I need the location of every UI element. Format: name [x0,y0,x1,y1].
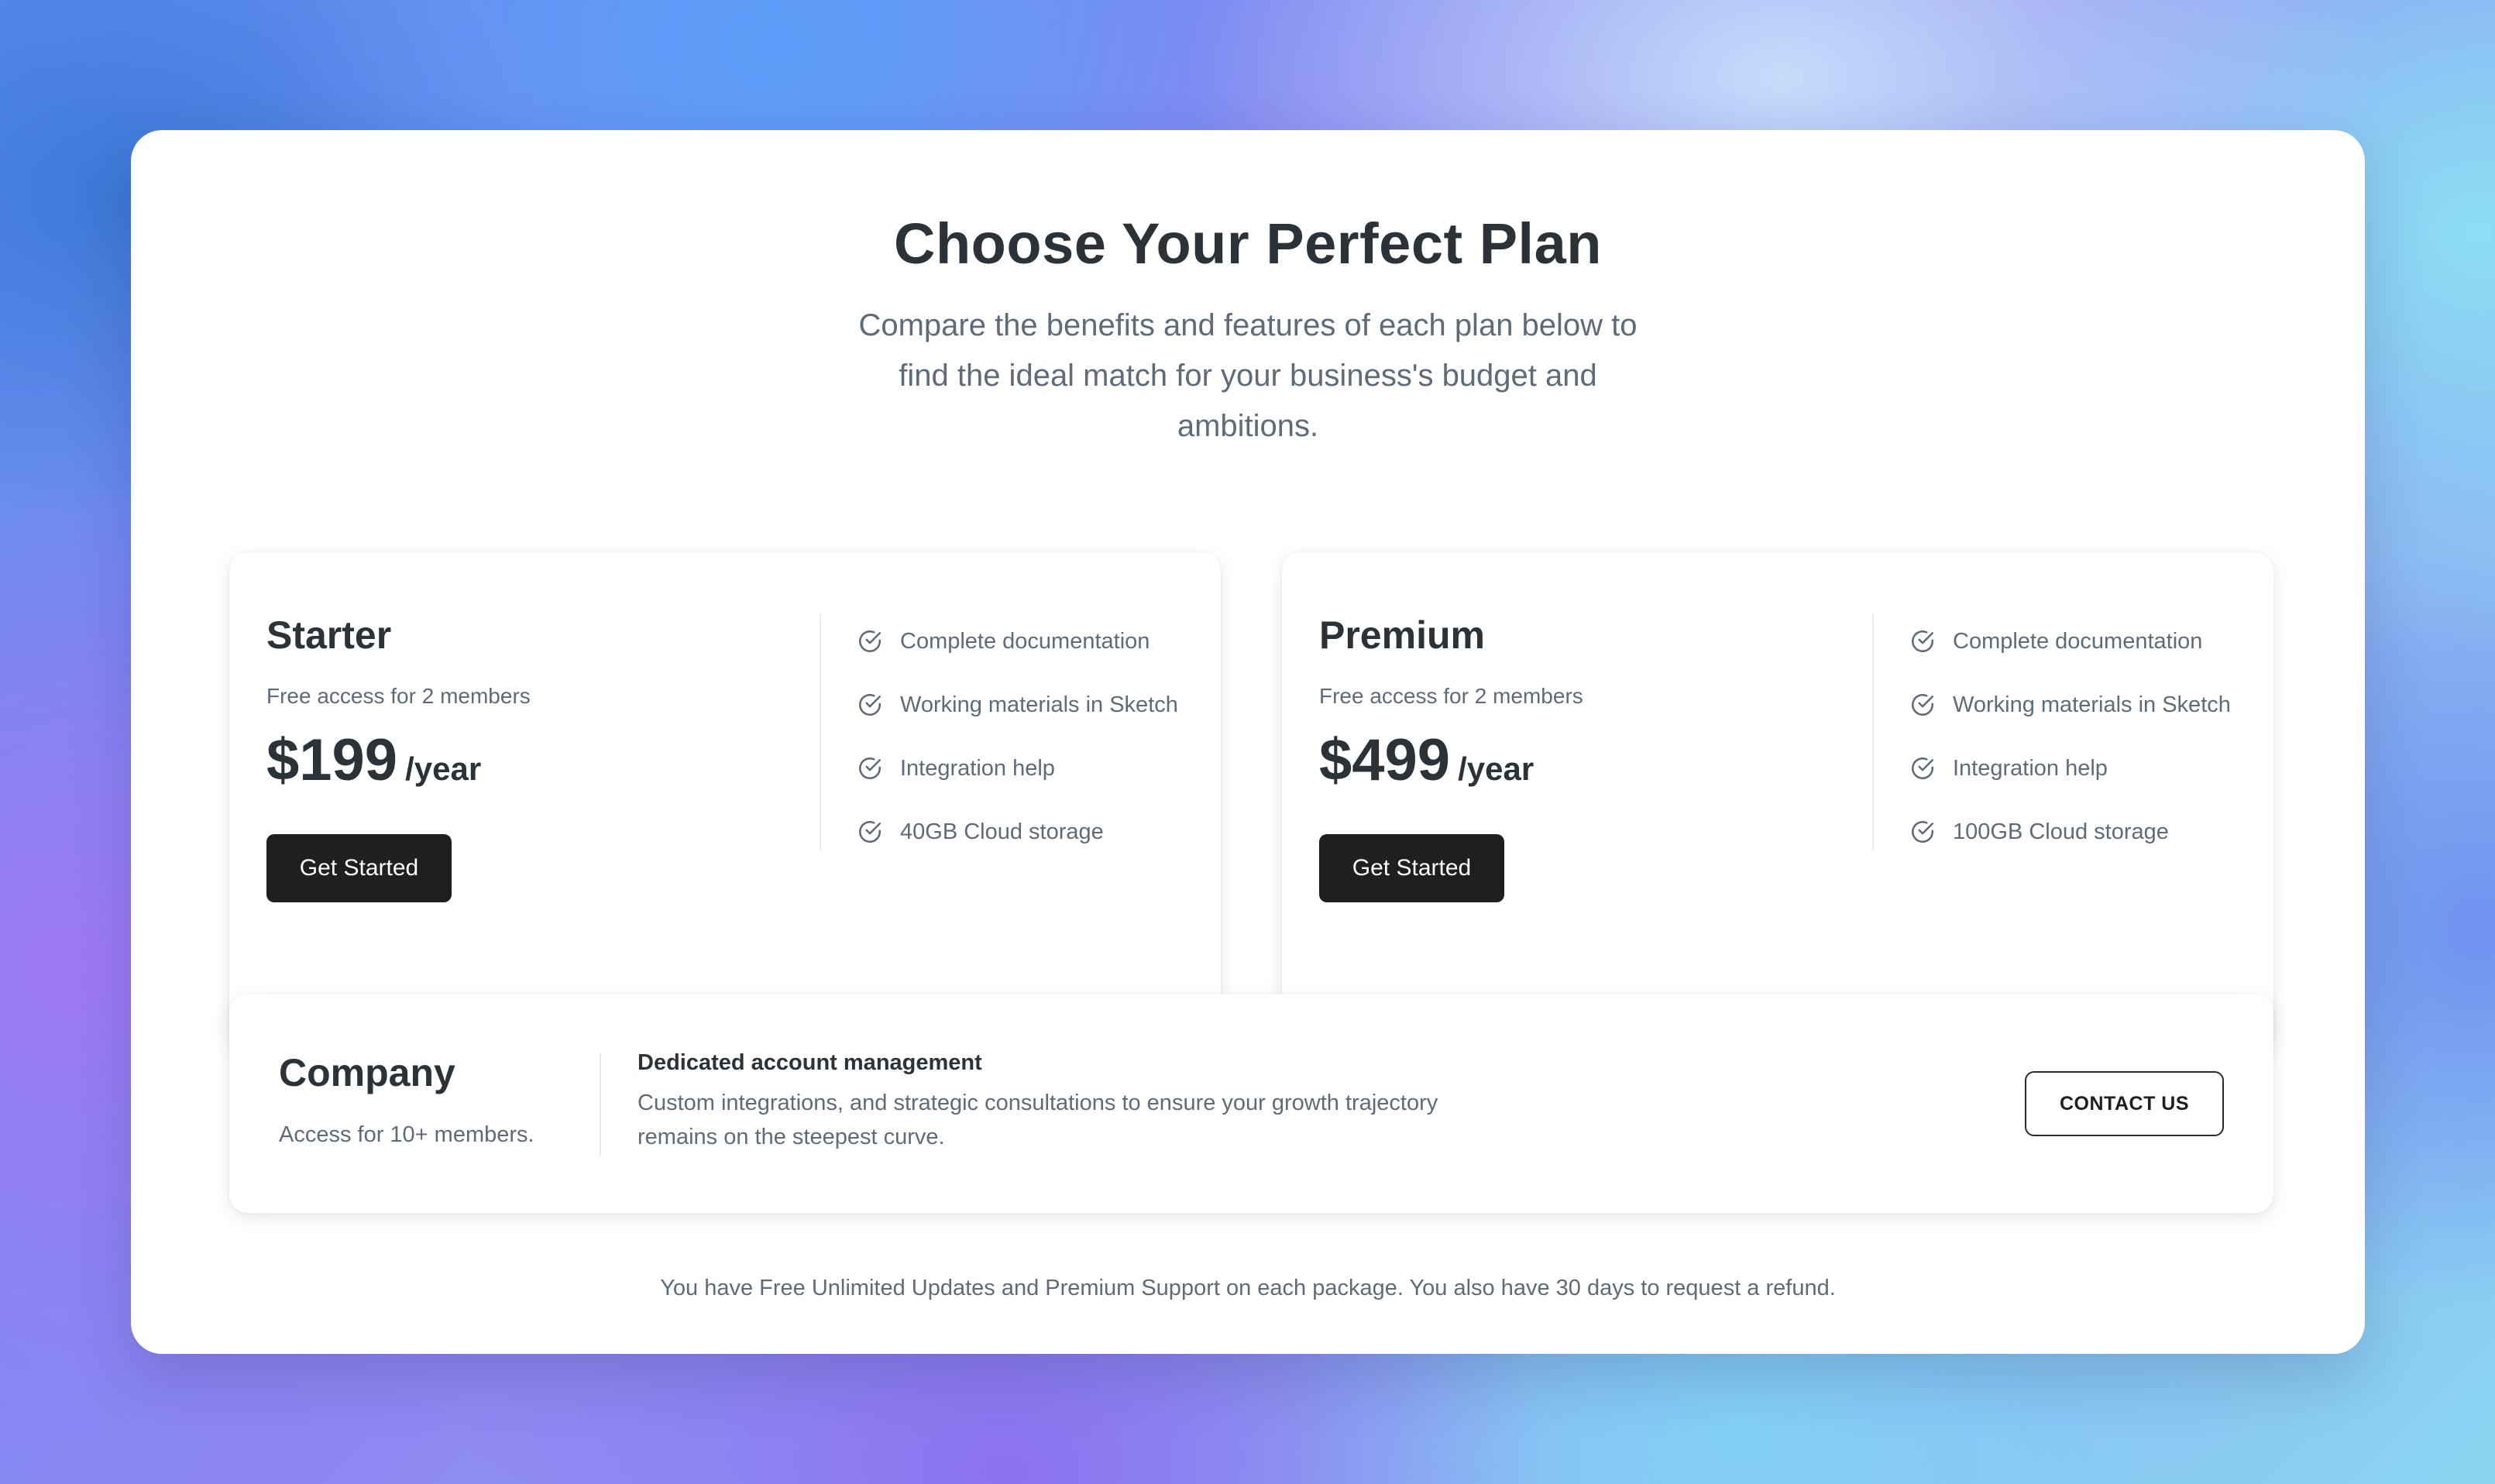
feature-item: Working materials in Sketch [1909,673,2231,737]
feature-list: Complete documentation Working materials… [1909,610,2231,864]
divider [1872,614,1874,850]
feature-label: 40GB Cloud storage [900,819,1104,844]
feature-list: Complete documentation Working materials… [857,610,1178,864]
feature-item: Working materials in Sketch [857,673,1178,737]
feature-label: 100GB Cloud storage [1953,819,2169,844]
pricing-panel: Choose Your Perfect Plan Compare the ben… [131,130,2365,1354]
plan-description: Free access for 2 members [266,684,531,708]
feature-label: Complete documentation [900,628,1150,654]
price-period: /year [1458,751,1534,787]
page-title: Choose Your Perfect Plan [894,211,1602,276]
plan-price: $199/year [266,727,481,794]
feature-item: Integration help [1909,737,2231,800]
plan-card-company: Company Access for 10+ members. Dedicate… [229,994,2273,1213]
plan-price: $499/year [1319,727,1534,794]
check-circle-icon [1911,820,1934,843]
contact-us-button[interactable]: CONTACT US [2025,1071,2224,1136]
feature-label: Integration help [900,755,1055,781]
feature-label: Complete documentation [1953,628,2203,654]
plan-name: Starter [266,613,392,657]
divider [600,1053,601,1156]
plan-card-premium: Premium Free access for 2 members $499/y… [1282,552,2273,1051]
plan-name: Company [279,1051,455,1094]
page-subtitle: Compare the benefits and features of eac… [858,308,1638,443]
company-feature-title: Dedicated account management [637,1050,982,1075]
feature-label: Working materials in Sketch [900,692,1178,717]
check-circle-icon [858,693,881,716]
feature-item: Integration help [857,737,1178,800]
check-circle-icon [1911,757,1934,780]
price-period: /year [405,751,482,787]
feature-item: 40GB Cloud storage [857,800,1178,864]
check-circle-icon [858,820,881,843]
feature-item: Complete documentation [1909,610,2231,673]
plan-card-starter: Starter Free access for 2 members $199/y… [229,552,1221,1051]
check-circle-icon [858,757,881,780]
plan-description: Free access for 2 members [1319,684,1583,708]
feature-item: Complete documentation [857,610,1178,673]
check-circle-icon [1911,630,1934,653]
feature-label: Integration help [1953,755,2108,781]
plan-name: Premium [1319,613,1485,657]
plan-description: Access for 10+ members. [279,1122,534,1147]
feature-label: Working materials in Sketch [1953,692,2231,717]
feature-item: 100GB Cloud storage [1909,800,2231,864]
divider [820,614,821,850]
get-started-button[interactable]: Get Started [266,834,452,902]
price-amount: $199 [266,727,398,793]
company-feature-description: Custom integrations, and strategic consu… [637,1091,1438,1149]
check-circle-icon [1911,693,1934,716]
get-started-button[interactable]: Get Started [1319,834,1504,902]
check-circle-icon [858,630,881,653]
price-amount: $499 [1319,727,1451,793]
footer-note: You have Free Unlimited Updates and Prem… [660,1276,1836,1300]
